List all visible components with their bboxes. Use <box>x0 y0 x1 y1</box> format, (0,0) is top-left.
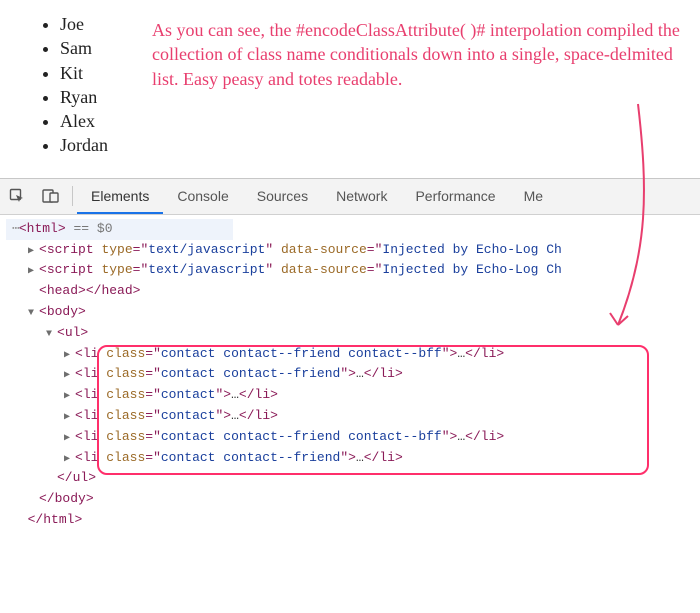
dom-node-script[interactable]: ▶<script type="text/javascript" data-sou… <box>6 240 700 261</box>
tab-elements[interactable]: Elements <box>77 179 163 214</box>
elements-tree[interactable]: ⋯<html> == $0 ▶<script type="text/javasc… <box>0 215 700 549</box>
list-item: Alex <box>60 109 108 133</box>
dom-node-body-close[interactable]: </body> <box>6 489 700 510</box>
tab-sources[interactable]: Sources <box>243 179 322 214</box>
dom-node-li[interactable]: ▶<li class="contact contact--friend">…</… <box>6 448 700 469</box>
ellipsis-icon: ⋯ <box>12 221 19 236</box>
dom-node-html[interactable]: ⋯<html> == $0 <box>6 219 233 240</box>
tab-more[interactable]: Me <box>510 179 557 214</box>
dom-node-ul[interactable]: ▼<ul> <box>6 323 700 344</box>
disclosure-triangle-icon[interactable]: ▶ <box>28 244 38 260</box>
devtools-panel: Elements Console Sources Network Perform… <box>0 178 700 549</box>
list-item: Jordan <box>60 133 108 157</box>
disclosure-triangle-icon[interactable]: ▶ <box>28 264 38 280</box>
dom-node-script[interactable]: ▶<script type="text/javascript" data-sou… <box>6 260 700 281</box>
inspect-element-icon[interactable] <box>0 179 34 214</box>
dom-node-li[interactable]: ▶<li class="contact">…</li> <box>6 385 700 406</box>
dom-node-li[interactable]: ▶<li class="contact contact--friend cont… <box>6 427 700 448</box>
disclosure-triangle-icon[interactable]: ▼ <box>46 327 56 343</box>
dom-node-head[interactable]: <head></head> <box>6 281 700 302</box>
dom-node-html-close[interactable]: </html> <box>6 510 700 531</box>
dom-node-ul-close[interactable]: </ul> <box>6 468 700 489</box>
page-content: Joe Sam Kit Ryan Alex Jordan As you can … <box>0 0 700 178</box>
disclosure-triangle-icon[interactable]: ▶ <box>64 389 74 405</box>
disclosure-triangle-icon[interactable]: ▼ <box>28 306 38 322</box>
selected-node-hint: == $0 <box>73 221 112 236</box>
list-item: Kit <box>60 61 108 85</box>
disclosure-triangle-icon[interactable]: ▶ <box>64 348 74 364</box>
tab-performance[interactable]: Performance <box>401 179 509 214</box>
devtools-toolbar: Elements Console Sources Network Perform… <box>0 179 700 215</box>
toolbar-divider <box>72 186 73 206</box>
dom-node-li[interactable]: ▶<li class="contact contact--friend cont… <box>6 344 700 365</box>
list-item: Sam <box>60 36 108 60</box>
dom-node-body[interactable]: ▼<body> <box>6 302 700 323</box>
tab-network[interactable]: Network <box>322 179 401 214</box>
annotation: As you can see, the #encodeClassAttribut… <box>108 12 700 158</box>
device-toolbar-icon[interactable] <box>34 179 68 214</box>
list-item: Joe <box>60 12 108 36</box>
disclosure-triangle-icon[interactable]: ▶ <box>64 452 74 468</box>
disclosure-triangle-icon[interactable]: ▶ <box>64 410 74 426</box>
dom-node-li[interactable]: ▶<li class="contact">…</li> <box>6 406 700 427</box>
list-item: Ryan <box>60 85 108 109</box>
contact-list: Joe Sam Kit Ryan Alex Jordan <box>40 12 108 158</box>
tab-console[interactable]: Console <box>163 179 242 214</box>
annotation-text: As you can see, the #encodeClassAttribut… <box>152 18 682 91</box>
disclosure-triangle-icon[interactable]: ▶ <box>64 431 74 447</box>
disclosure-triangle-icon[interactable]: ▶ <box>64 368 74 384</box>
dom-node-li[interactable]: ▶<li class="contact contact--friend">…</… <box>6 364 700 385</box>
